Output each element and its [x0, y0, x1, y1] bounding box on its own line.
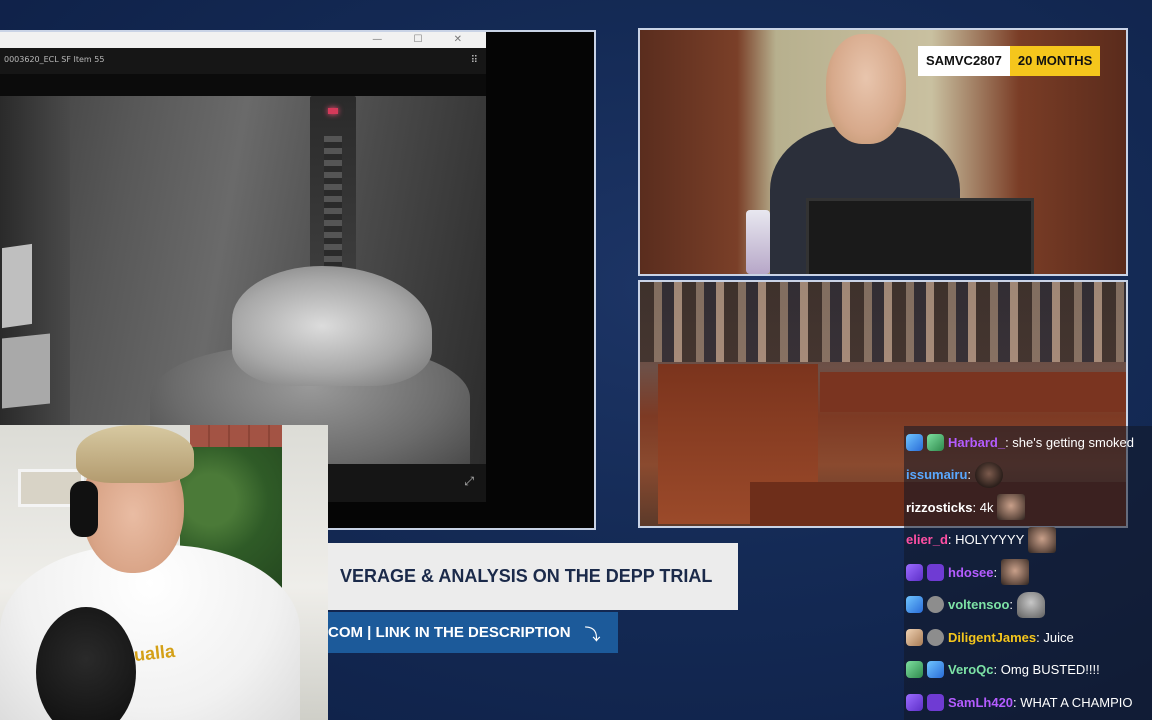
viewer-header: 0003620_ECL SF Item 55 ⠿ — [0, 48, 486, 74]
chat-username[interactable]: VeroQc — [948, 662, 994, 677]
chat-message: voltensoo: — [904, 589, 1152, 622]
coverage-banner: VERAGE & ANALYSIS ON THE DEPP TRIAL — [328, 543, 738, 610]
chat-message-text: : — [967, 467, 972, 483]
chat-message-text: : WHAT A CHAMPIO — [1013, 694, 1133, 710]
courtroom-bar — [820, 372, 1126, 412]
chat-message: hdosee: — [904, 556, 1152, 589]
chat-message-text: : she's getting smoked — [1005, 434, 1135, 450]
chat-username[interactable]: elier_d — [906, 532, 948, 547]
chat-username[interactable]: issumairu — [906, 467, 967, 482]
chat-badge-icon[interactable] — [927, 433, 944, 451]
chat-badge-icon[interactable] — [906, 596, 923, 614]
chat-message-text: : Omg BUSTED!!!! — [993, 662, 1100, 678]
courtroom-gallery — [640, 282, 1126, 362]
chat-badge-icon[interactable] — [906, 628, 923, 646]
chat-username[interactable]: SamLh420 — [948, 695, 1013, 710]
chat-message-text: : 4k — [972, 499, 994, 515]
chat-badge-icon[interactable] — [906, 661, 923, 679]
streamer-hair — [76, 425, 194, 483]
banner-link-text: COM | LINK IN THE DESCRIPTION — [328, 624, 571, 641]
chat-message-text: : Juice — [1036, 629, 1074, 645]
witness-monitor — [806, 198, 1034, 274]
chat-message: VeroQc: Omg BUSTED!!!! — [904, 654, 1152, 687]
chat-emote — [997, 494, 1026, 521]
person-hair — [232, 266, 432, 386]
chat-message-text: : — [1009, 597, 1014, 613]
chat-message: Harbard_: she's getting smoked — [904, 426, 1152, 459]
video-file-title: 0003620_ECL SF Item 55 — [4, 55, 105, 64]
chat-badge-icon[interactable] — [906, 433, 923, 451]
chat-badge-icon[interactable] — [927, 661, 944, 679]
elevator-notice — [2, 243, 32, 329]
chat-overlay: Harbard_: she's getting smoked issumairu:… — [904, 426, 1152, 720]
floor-buttons — [324, 136, 342, 266]
headset-icon — [70, 481, 98, 537]
elevator-notice — [2, 333, 50, 409]
chat-badge-icon[interactable] — [927, 596, 944, 614]
chat-badge-icon[interactable] — [927, 693, 944, 711]
chat-badge-icon[interactable] — [927, 628, 944, 646]
window-controls[interactable]: — ☐ ✕ — [372, 32, 476, 48]
subscriber-name: SAMVC2807 — [918, 46, 1010, 76]
subscriber-months: 20 MONTHS — [1009, 46, 1101, 76]
chat-username[interactable]: rizzosticks — [906, 500, 972, 515]
expand-icon[interactable]: ⤢ — [464, 474, 474, 489]
chat-badge-icon[interactable] — [906, 563, 923, 581]
chat-message-text: : HOLYYYYY — [947, 532, 1025, 548]
water-bottle — [746, 210, 770, 274]
chat-emote — [975, 461, 1004, 488]
banner-headline: VERAGE & ANALYSIS ON THE DEPP TRIAL — [340, 566, 713, 586]
chat-username[interactable]: DiligentJames — [948, 630, 1036, 645]
chat-badge-icon[interactable] — [927, 563, 944, 581]
witness-face — [826, 34, 906, 144]
floor-indicator — [328, 108, 338, 114]
chat-message: SamLh420: WHAT A CHAMPIO — [904, 686, 1152, 719]
chat-emote — [1001, 559, 1030, 586]
chat-username[interactable]: voltensoo — [948, 597, 1009, 612]
chat-username[interactable]: Harbard_ — [948, 435, 1005, 450]
chat-message-text: : — [993, 564, 998, 580]
hoodie-print: ualla — [133, 640, 176, 666]
description-link-banner: COM | LINK IN THE DESCRIPTION ⤵ — [328, 612, 618, 653]
chat-message: elier_d: HOLYYYYY — [904, 524, 1152, 557]
chat-emote — [1017, 591, 1046, 618]
streamer-webcam: ualla — [0, 425, 328, 720]
brick-wall — [190, 425, 282, 449]
chat-message: DiligentJames: Juice — [904, 621, 1152, 654]
elevator-cctv-footage — [0, 96, 486, 464]
grid-icon[interactable]: ⠿ — [471, 55, 478, 66]
chat-username[interactable]: hdosee — [948, 565, 994, 580]
viewer-titlebar: — ☐ ✕ — [0, 32, 486, 48]
subscriber-alert-badge: SAMVC2807 20 MONTHS — [918, 46, 1101, 76]
elevator-button-panel — [310, 96, 356, 286]
chat-message: rizzosticks: 4k — [904, 491, 1152, 524]
chat-emote — [1028, 526, 1057, 553]
chat-badge-icon[interactable] — [906, 693, 923, 711]
chat-message: issumairu: — [904, 459, 1152, 492]
arrow-down-icon: ⤵ — [584, 624, 601, 644]
